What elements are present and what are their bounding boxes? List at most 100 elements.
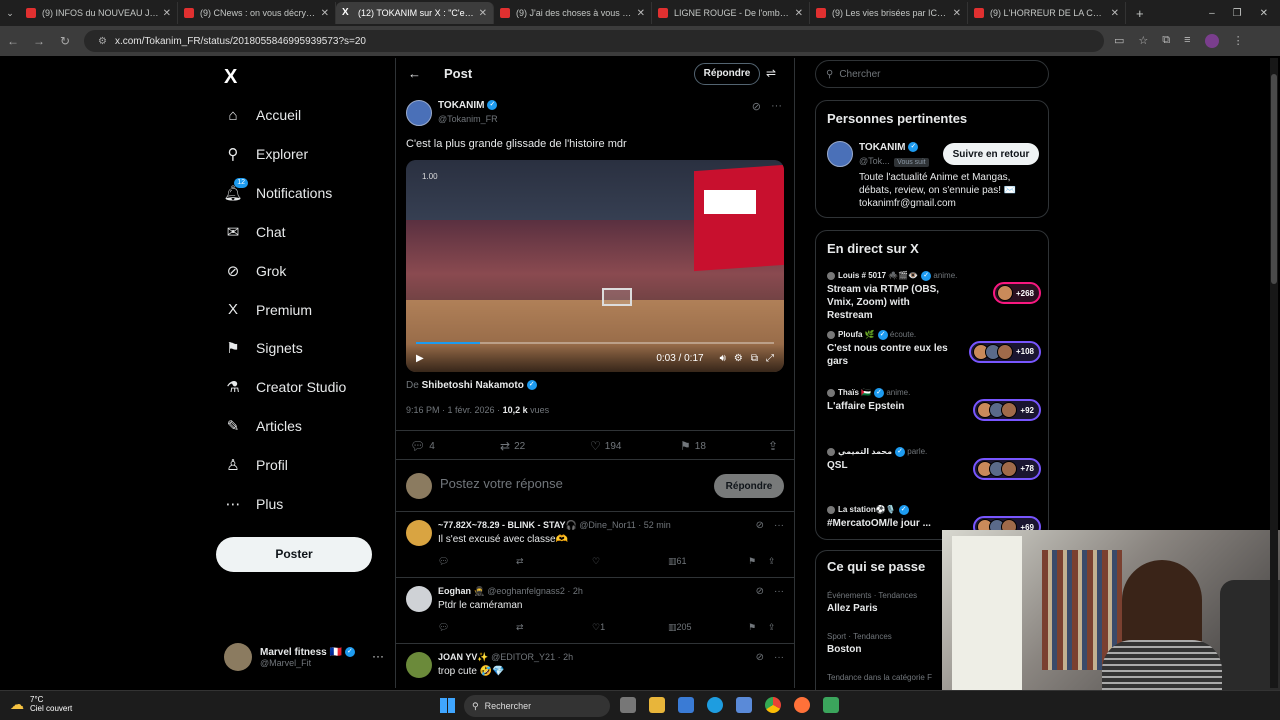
reply-icon[interactable]: 💬︎ (438, 622, 449, 633)
nav-item-notifications[interactable]: 🔔︎ 12 Notifications (223, 177, 332, 205)
live-space-item[interactable]: محمد التميمي ✓ parle. QSL +78 (827, 446, 1041, 497)
avatar[interactable] (406, 586, 432, 612)
reply-tweet[interactable]: JOAN YV✨ @EDITOR_Y21 · 2h ⊘ ··· trop cute… (396, 644, 794, 688)
bookmark-icon[interactable]: ⚑ (748, 556, 756, 567)
tweet-video[interactable]: 1.00 ▶ 0:03 / 0:17 🔊︎ ⚙ ⧉ ⤢ (406, 160, 784, 372)
avatar[interactable] (827, 141, 853, 167)
bookmark-action[interactable]: ⚑ 18 (680, 439, 706, 453)
repost-icon[interactable]: ⇄ (516, 622, 524, 633)
space-listeners-pill[interactable]: +268 (992, 282, 1041, 304)
video-source-name[interactable]: Shibetoshi Nakamoto (422, 380, 524, 391)
close-tab-icon[interactable]: ✕ (795, 8, 803, 19)
store-icon[interactable] (678, 697, 694, 713)
scrollbar-thumb[interactable] (1271, 74, 1277, 284)
more-icon[interactable]: ··· (774, 520, 784, 531)
tweet-author-avatar[interactable] (406, 100, 432, 126)
grok-icon[interactable]: ⊘ (756, 652, 764, 663)
grok-icon[interactable]: ⊘ (752, 100, 761, 113)
space-listeners-pill[interactable]: +92 (973, 399, 1041, 421)
minimize-icon[interactable]: – (1209, 8, 1215, 19)
pip-icon[interactable]: ⧉ (751, 353, 758, 364)
trend-item[interactable]: Tendance dans la catégorie F (827, 673, 932, 685)
reply-tweet[interactable]: ~77.82X~78.29 - BLINK - STAY🎧 @Dine_Nor1… (396, 512, 794, 578)
url-field[interactable]: ⚙ x.com/Tokanim_FR/status/20180558469959… (84, 30, 1104, 52)
close-tab-icon[interactable]: ✕ (479, 8, 487, 19)
follow-back-button[interactable]: Suivre en retour (943, 143, 1039, 165)
share-icon[interactable]: ⇪ (768, 439, 778, 453)
file-explorer-icon[interactable] (649, 697, 665, 713)
space-listeners-pill[interactable]: +78 (973, 457, 1041, 480)
live-space-item[interactable]: Louis # 5017 🕷️🎬👁️ ✓ anime. Stream via RT… (827, 271, 1041, 321)
restore-icon[interactable]: ❐ (1233, 8, 1242, 19)
browser-tab[interactable]: X (12) TOKANIM sur X : "C'est la p ✕ (336, 2, 494, 24)
close-tab-icon[interactable]: ✕ (1111, 8, 1119, 19)
tweet-author-handle[interactable]: @Tokanim_FR (438, 114, 498, 124)
nav-item-accueil[interactable]: ⌂ Accueil (224, 103, 301, 127)
grok-icon[interactable]: ⊘ (756, 586, 764, 597)
search-box[interactable]: ⚲ (815, 60, 1049, 88)
windows-start-icon[interactable] (440, 698, 455, 713)
nav-item-signets[interactable]: ⚑ Signets (224, 336, 302, 360)
nav-item-grok[interactable]: ⊘ Grok (224, 259, 287, 283)
browser-tab[interactable]: (9) Les vies brisées par ICE - rep ✕ (810, 2, 968, 24)
share-icon[interactable]: ⇪ (768, 556, 776, 567)
close-tab-icon[interactable]: ✕ (953, 8, 961, 19)
reply-action[interactable]: 💬︎ 4 (410, 439, 435, 453)
reload-icon[interactable]: ↻ (52, 34, 78, 48)
back-icon[interactable]: ← (0, 34, 26, 48)
repost-action[interactable]: ⇄ 22 (500, 439, 525, 453)
nav-item-plus[interactable]: ⋯ Plus (224, 492, 284, 516)
gear-icon[interactable]: ⚙ (734, 353, 743, 364)
tab-search-icon[interactable]: ⌄ (0, 8, 20, 19)
profile-avatar[interactable] (1204, 34, 1219, 48)
live-space-item[interactable]: Ploufa 🌿 ✓ écoute. C'est nous contre eux … (827, 329, 1041, 380)
reply-submit-button[interactable]: Répondre (714, 474, 784, 498)
views-action[interactable]: ▥ 61 (668, 556, 687, 567)
reply-author-name[interactable]: ~77.82X~78.29 - BLINK - STAY🎧 (438, 520, 577, 530)
firefox-icon[interactable] (794, 697, 810, 713)
close-tab-icon[interactable]: ✕ (637, 8, 645, 19)
like-action[interactable]: ♡ (592, 556, 600, 567)
reply-tweet[interactable]: Eoghan 🥷 @eoghanfelgnass2 · 2h ⊘ ··· Ptdr… (396, 578, 794, 644)
browser-tab[interactable]: (9) L'HORREUR DE LA CHIRURG ✕ (968, 2, 1126, 24)
cast-icon[interactable]: ▭ (1114, 34, 1124, 48)
app-icon-green[interactable] (823, 697, 839, 713)
forward-icon[interactable]: → (26, 34, 52, 48)
relevant-name[interactable]: TOKANIM ✓ (859, 142, 919, 153)
chrome-icon[interactable] (765, 697, 781, 713)
reply-header-button[interactable]: Répondre (694, 63, 760, 85)
post-button[interactable]: Poster (216, 537, 372, 572)
grok-icon[interactable]: ⊘ (756, 520, 764, 531)
views-action[interactable]: ▥ 205 (668, 622, 692, 633)
menu-icon[interactable]: ⋮ (1233, 34, 1244, 48)
account-switcher[interactable]: Marvel fitness 🇫🇷 ✓ @Marvel_Fit ··· (224, 643, 384, 671)
task-view-icon[interactable] (620, 697, 636, 713)
trend-item[interactable]: Sport · Tendances Boston (827, 632, 892, 655)
nav-item-chat[interactable]: ✉ Chat (224, 220, 286, 244)
back-arrow-icon[interactable]: ← (408, 66, 421, 81)
taskbar-search-input[interactable] (484, 701, 595, 711)
page-scrollbar[interactable] (1270, 58, 1278, 688)
nav-item-profil[interactable]: ♙ Profil (224, 453, 288, 477)
app-icon[interactable] (736, 697, 752, 713)
avatar[interactable] (406, 652, 432, 678)
extensions-icon[interactable]: ⧉ (1162, 34, 1170, 48)
tweet-author-name[interactable]: TOKANIM ✓ (438, 100, 498, 111)
nav-item-explorer[interactable]: ⚲ Explorer (224, 142, 309, 166)
reply-author-name[interactable]: JOAN YV✨ (438, 652, 489, 662)
like-action[interactable]: ♡ 194 (590, 439, 621, 453)
taskbar-search[interactable]: ⚲ (464, 695, 610, 717)
more-icon[interactable]: ··· (771, 100, 782, 113)
more-icon[interactable]: ··· (774, 586, 784, 597)
site-info-icon[interactable]: ⚙ (98, 36, 107, 47)
close-window-icon[interactable]: ✕ (1260, 8, 1268, 19)
more-icon[interactable]: ··· (372, 649, 384, 663)
browser-tab[interactable]: (9) CNews : on vous décrypte la ✕ (178, 2, 336, 24)
share-icon[interactable]: ⇪ (768, 622, 776, 633)
space-listeners-pill[interactable]: +108 (968, 340, 1041, 363)
avatar[interactable] (406, 520, 432, 546)
edge-icon[interactable] (707, 697, 723, 713)
repost-icon[interactable]: ⇄ (516, 556, 524, 567)
media-icon[interactable]: ≡ (1184, 34, 1190, 48)
settings-sliders-icon[interactable]: ⇌ (766, 66, 776, 80)
